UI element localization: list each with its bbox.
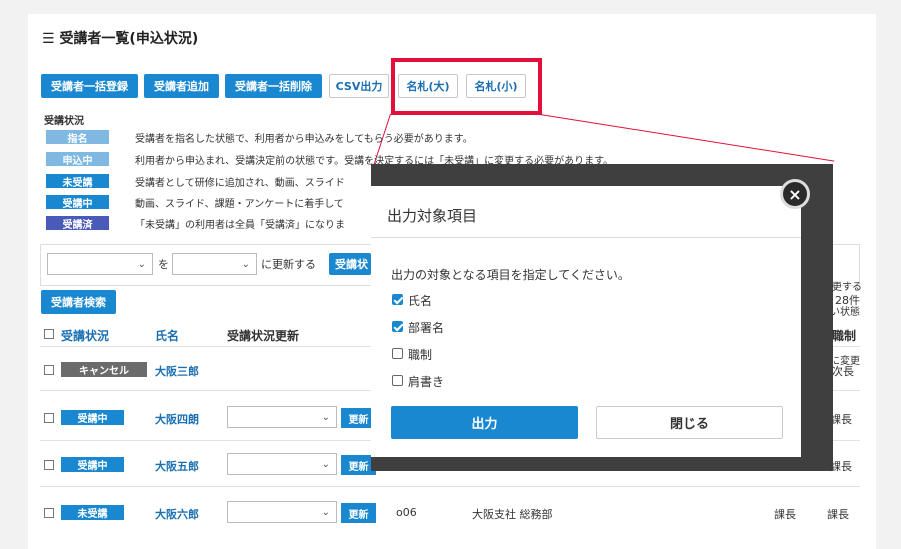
status-select[interactable]: ⌄ xyxy=(227,453,337,475)
position-cell: 課長 xyxy=(830,413,852,426)
column-header-name[interactable]: 氏名 xyxy=(155,327,179,344)
page-title: ☰ 受講者一覧(申込状況) xyxy=(42,31,199,47)
hint-text: い状態 xyxy=(830,307,860,318)
status-badge: 受講中 xyxy=(61,457,124,472)
hint-text: 更する xyxy=(832,282,862,293)
status-badge: 申込中 xyxy=(46,152,109,167)
legend-heading: 受講状況 xyxy=(44,116,84,127)
student-name-link[interactable]: 大阪五郎 xyxy=(155,458,199,474)
status-badge: 受講中 xyxy=(46,195,109,210)
option-label: 氏名 xyxy=(408,294,433,308)
legend-desc: 動画、スライド、課題・アンケートに着手して xyxy=(135,199,344,210)
legend-desc: 受講者を指名した状態で、利用者から申込みをしてもらう必要があります。 xyxy=(135,134,473,145)
bulk-register-button[interactable]: 受講者一括登録 xyxy=(41,74,138,98)
status-select[interactable]: ⌄ xyxy=(227,501,337,523)
status-badge: 未受講 xyxy=(46,174,109,189)
output-button[interactable]: 出力 xyxy=(391,406,578,439)
row-divider xyxy=(40,486,860,487)
add-student-button[interactable]: 受講者追加 xyxy=(144,74,219,98)
update-to-label: に更新する xyxy=(261,258,316,271)
option-label: 部署名 xyxy=(408,321,445,335)
option-label: 肩書き xyxy=(408,375,445,389)
student-id-cell: o06 xyxy=(396,506,417,519)
status-select[interactable]: ⌄ xyxy=(227,406,337,428)
row-checkbox[interactable] xyxy=(44,413,54,423)
row-checkbox[interactable] xyxy=(44,365,54,375)
student-name-link[interactable]: 大阪三郎 xyxy=(155,363,199,379)
modal-title: 出力対象項目 xyxy=(387,207,478,225)
option-label: 職制 xyxy=(408,348,433,362)
modal-instruction: 出力の対象となる項目を指定してください。 xyxy=(391,268,630,282)
option-checkbox-title[interactable] xyxy=(392,375,403,386)
status-badge: 指名 xyxy=(46,130,109,145)
close-modal-button[interactable]: 閉じる xyxy=(596,406,783,439)
column-header-status-update: 受講状況更新 xyxy=(227,329,300,343)
chevron-down-icon: ⌄ xyxy=(321,458,330,470)
status-badge: 受講中 xyxy=(61,410,124,425)
chevron-down-icon: ⌄ xyxy=(137,258,146,270)
title-cell: 課長 xyxy=(774,508,796,521)
option-checkbox-name[interactable] xyxy=(392,294,403,305)
chevron-down-icon: ⌄ xyxy=(321,411,330,423)
position-cell: 次長 xyxy=(832,365,854,378)
legend-desc: 「未受講」の利用者は全員「受講済」になりま xyxy=(135,220,345,231)
modal-header: 出力対象項目 xyxy=(371,186,801,238)
option-checkbox-department[interactable] xyxy=(392,321,403,332)
csv-export-button[interactable]: CSV出力 xyxy=(329,74,389,98)
student-search-button[interactable]: 受講者検索 xyxy=(41,290,116,314)
output-items-modal: 出力対象項目 出力の対象となる項目を指定してください。 氏名 部署名 職制 肩書… xyxy=(371,186,801,457)
column-header-status[interactable]: 受講状況 xyxy=(61,327,109,344)
column-header-position: 職制 xyxy=(832,329,857,343)
status-badge: キャンセル xyxy=(61,362,147,377)
update-button[interactable]: 更新 xyxy=(341,503,376,523)
student-name-link[interactable]: 大阪四朗 xyxy=(155,411,199,427)
position-cell: 課長 xyxy=(827,508,849,521)
row-checkbox[interactable] xyxy=(44,460,54,470)
position-cell: 課長 xyxy=(830,460,852,473)
bulk-update-button[interactable]: 受講状 xyxy=(329,253,371,275)
select-all-checkbox[interactable] xyxy=(44,329,54,339)
student-name-link[interactable]: 大阪六郎 xyxy=(155,506,199,522)
status-badge: 未受講 xyxy=(61,505,124,520)
to-status-select[interactable]: ⌄ xyxy=(172,253,257,275)
highlight-frame xyxy=(391,58,542,115)
option-checkbox-position[interactable] xyxy=(392,348,403,359)
close-icon[interactable]: × xyxy=(780,179,810,209)
bulk-delete-button[interactable]: 受講者一括削除 xyxy=(225,74,322,98)
chevron-down-icon: ⌄ xyxy=(241,258,250,270)
chevron-down-icon: ⌄ xyxy=(321,506,330,518)
status-badge: 受講済 xyxy=(46,216,109,231)
legend-desc: 受講者として研修に追加され、動画、スライド xyxy=(135,178,345,189)
from-status-select[interactable]: ⌄ xyxy=(47,253,153,275)
wo-label: を xyxy=(158,258,169,271)
department-cell: 大阪支社 総務部 xyxy=(472,508,553,521)
list-icon: ☰ xyxy=(42,31,60,47)
row-checkbox[interactable] xyxy=(44,508,54,518)
